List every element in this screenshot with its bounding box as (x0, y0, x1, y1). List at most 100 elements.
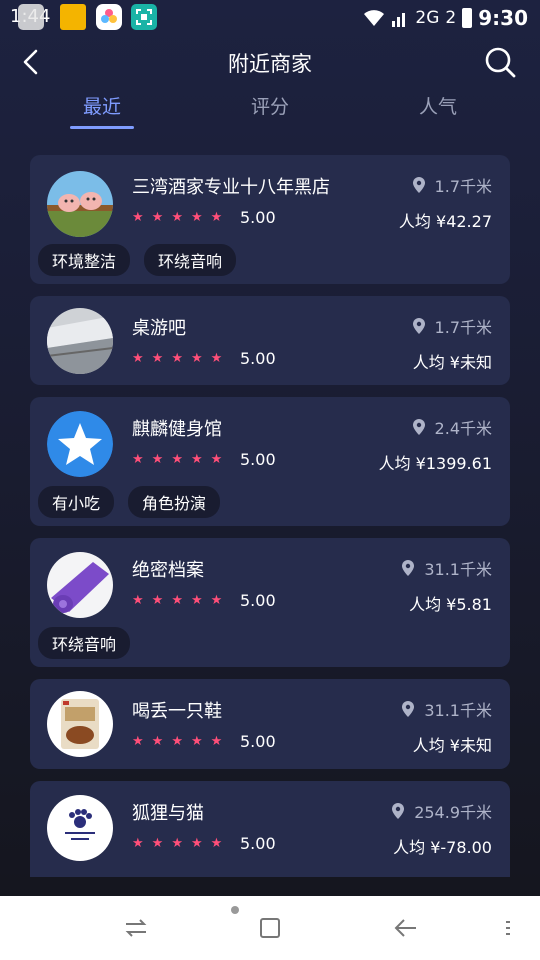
distance-text: 31.1千米 (424, 560, 492, 579)
merchant-distance: 1.7千米 (411, 314, 492, 338)
food-package-photo-icon (47, 691, 113, 757)
status-bar: 1:44 2G 2 9:30 (0, 0, 540, 36)
room-photo-icon (47, 308, 113, 374)
merchant-tag: 环绕音响 (38, 627, 131, 659)
battery-icon (462, 8, 473, 28)
merchant-card[interactable]: 绝密档案 31.1千米 ★ ★ ★ ★ ★ 5.00 人均 ¥5.81 环绕音响 (30, 538, 510, 667)
wifi-icon (364, 10, 385, 26)
merchant-name: 喝丢一只鞋 (132, 701, 222, 722)
battery-level: 2 (445, 8, 457, 28)
yoga-mat-photo-icon (47, 552, 113, 618)
pigs-photo-icon (47, 171, 113, 237)
more-menu-icon[interactable] (500, 916, 516, 940)
signal-icon (392, 13, 406, 27)
merchant-card[interactable]: 狐狸与猫 254.9千米 ★ ★ ★ ★ ★ 5.00 人均 ¥-78.00 (30, 781, 510, 877)
distance-text: 254.9千米 (414, 803, 492, 822)
star-icon: ★ (132, 351, 144, 366)
distance-text: 31.1千米 (424, 701, 492, 720)
tab-bar: 最近 评分 人气 (0, 88, 540, 134)
status-clock: 9:30 (478, 6, 528, 30)
location-pin-icon (402, 701, 415, 717)
rating-stars: ★ ★ ★ ★ ★ (132, 735, 222, 749)
page-title: 附近商家 (228, 52, 312, 76)
rating-score: 5.00 (240, 732, 276, 751)
location-pin-icon (402, 560, 415, 576)
paw-logo-icon (47, 795, 113, 861)
star-icon: ★ (210, 734, 223, 749)
star-icon: ★ (210, 351, 223, 366)
star-icon: ★ (151, 734, 164, 749)
rating-stars: ★ ★ ★ ★ ★ (132, 211, 222, 225)
rating-score: 5.00 (240, 208, 276, 227)
merchant-tag: 环绕音响 (144, 244, 237, 276)
star-icon: ★ (190, 351, 203, 366)
distance-text: 1.7千米 (434, 318, 492, 337)
star-icon: ★ (132, 210, 144, 225)
nav-indicator-dot (231, 906, 239, 914)
network-type: 2G (415, 8, 440, 28)
merchant-tags: 环绕音响 (38, 627, 131, 659)
merchant-tag: 角色扮演 (128, 486, 221, 518)
merchant-list[interactable]: 三湾酒家专业十八年黑店 1.7千米 ★ ★ ★ ★ ★ 5.00 人均 ¥42.27 环… (30, 155, 510, 877)
average-price: 人均 ¥未知 (412, 353, 492, 372)
rating-stars: ★ ★ ★ ★ ★ (132, 837, 222, 851)
star-icon: ★ (190, 593, 203, 608)
star-icon: ★ (210, 836, 223, 851)
merchant-card[interactable]: 桌游吧 1.7千米 ★ ★ ★ ★ ★ 5.00 人均 ¥未知 (30, 296, 510, 385)
star-icon: ★ (171, 836, 183, 851)
merchant-card[interactable]: 三湾酒家专业十八年黑店 1.7千米 ★ ★ ★ ★ ★ 5.00 人均 ¥42.27 环… (30, 155, 510, 284)
system-navigation-bar (0, 896, 540, 960)
star-icon: ★ (190, 452, 203, 467)
merchant-distance: 1.7千米 (411, 173, 492, 197)
merchant-avatar (47, 795, 113, 861)
rating-score: 5.00 (240, 591, 276, 610)
star-icon: ★ (132, 836, 144, 851)
star-icon: ★ (210, 210, 223, 225)
merchant-avatar (47, 171, 113, 237)
merchant-name: 绝密档案 (132, 560, 204, 581)
merchant-tag: 环境整洁 (38, 244, 131, 276)
merchant-name: 狐狸与猫 (132, 803, 204, 824)
star-icon: ★ (171, 593, 183, 608)
star-icon (47, 411, 113, 477)
merchant-name: 麒麟健身馆 (132, 419, 222, 440)
tab-recent[interactable]: 最近 (62, 92, 142, 119)
average-price: 人均 ¥1399.61 (378, 454, 492, 473)
location-pin-icon (392, 803, 405, 819)
merchant-distance: 254.9千米 (390, 799, 492, 823)
star-icon: ★ (171, 734, 183, 749)
star-icon: ★ (151, 351, 164, 366)
merchant-card[interactable]: 喝丢一只鞋 31.1千米 ★ ★ ★ ★ ★ 5.00 人均 ¥未知 (30, 679, 510, 769)
merchant-distance: 2.4千米 (411, 415, 492, 439)
star-icon: ★ (171, 351, 183, 366)
star-icon: ★ (132, 734, 144, 749)
status-right-group: 2G 2 9:30 (363, 6, 528, 30)
star-icon: ★ (210, 452, 223, 467)
location-pin-icon (412, 419, 425, 435)
star-icon: ★ (190, 836, 203, 851)
folder-notification-icon (60, 4, 86, 30)
rating-stars: ★ ★ ★ ★ ★ (132, 352, 222, 366)
star-icon: ★ (171, 452, 183, 467)
back-nav-icon[interactable] (392, 916, 420, 940)
merchant-name: 桌游吧 (132, 318, 186, 339)
rating-score: 5.00 (240, 450, 276, 469)
search-icon[interactable] (482, 44, 518, 80)
star-icon: ★ (151, 593, 164, 608)
flower-app-notification-icon (96, 4, 122, 30)
tab-rating[interactable]: 评分 (230, 92, 310, 119)
home-square-icon[interactable] (256, 916, 284, 940)
star-icon: ★ (132, 593, 144, 608)
average-price: 人均 ¥5.81 (409, 595, 492, 614)
merchant-name: 三湾酒家专业十八年黑店 (132, 177, 330, 198)
tab-popularity[interactable]: 人气 (398, 92, 478, 119)
average-price: 人均 ¥未知 (412, 736, 492, 755)
rating-score: 5.00 (240, 834, 276, 853)
star-icon: ★ (151, 836, 164, 851)
star-icon: ★ (190, 734, 203, 749)
switch-apps-icon[interactable] (122, 916, 150, 940)
header: 附近商家 (0, 36, 540, 88)
merchant-card[interactable]: 麒麟健身馆 2.4千米 ★ ★ ★ ★ ★ 5.00 人均 ¥1399.61 有小吃 角… (30, 397, 510, 526)
rating-score: 5.00 (240, 349, 276, 368)
distance-text: 1.7千米 (434, 177, 492, 196)
